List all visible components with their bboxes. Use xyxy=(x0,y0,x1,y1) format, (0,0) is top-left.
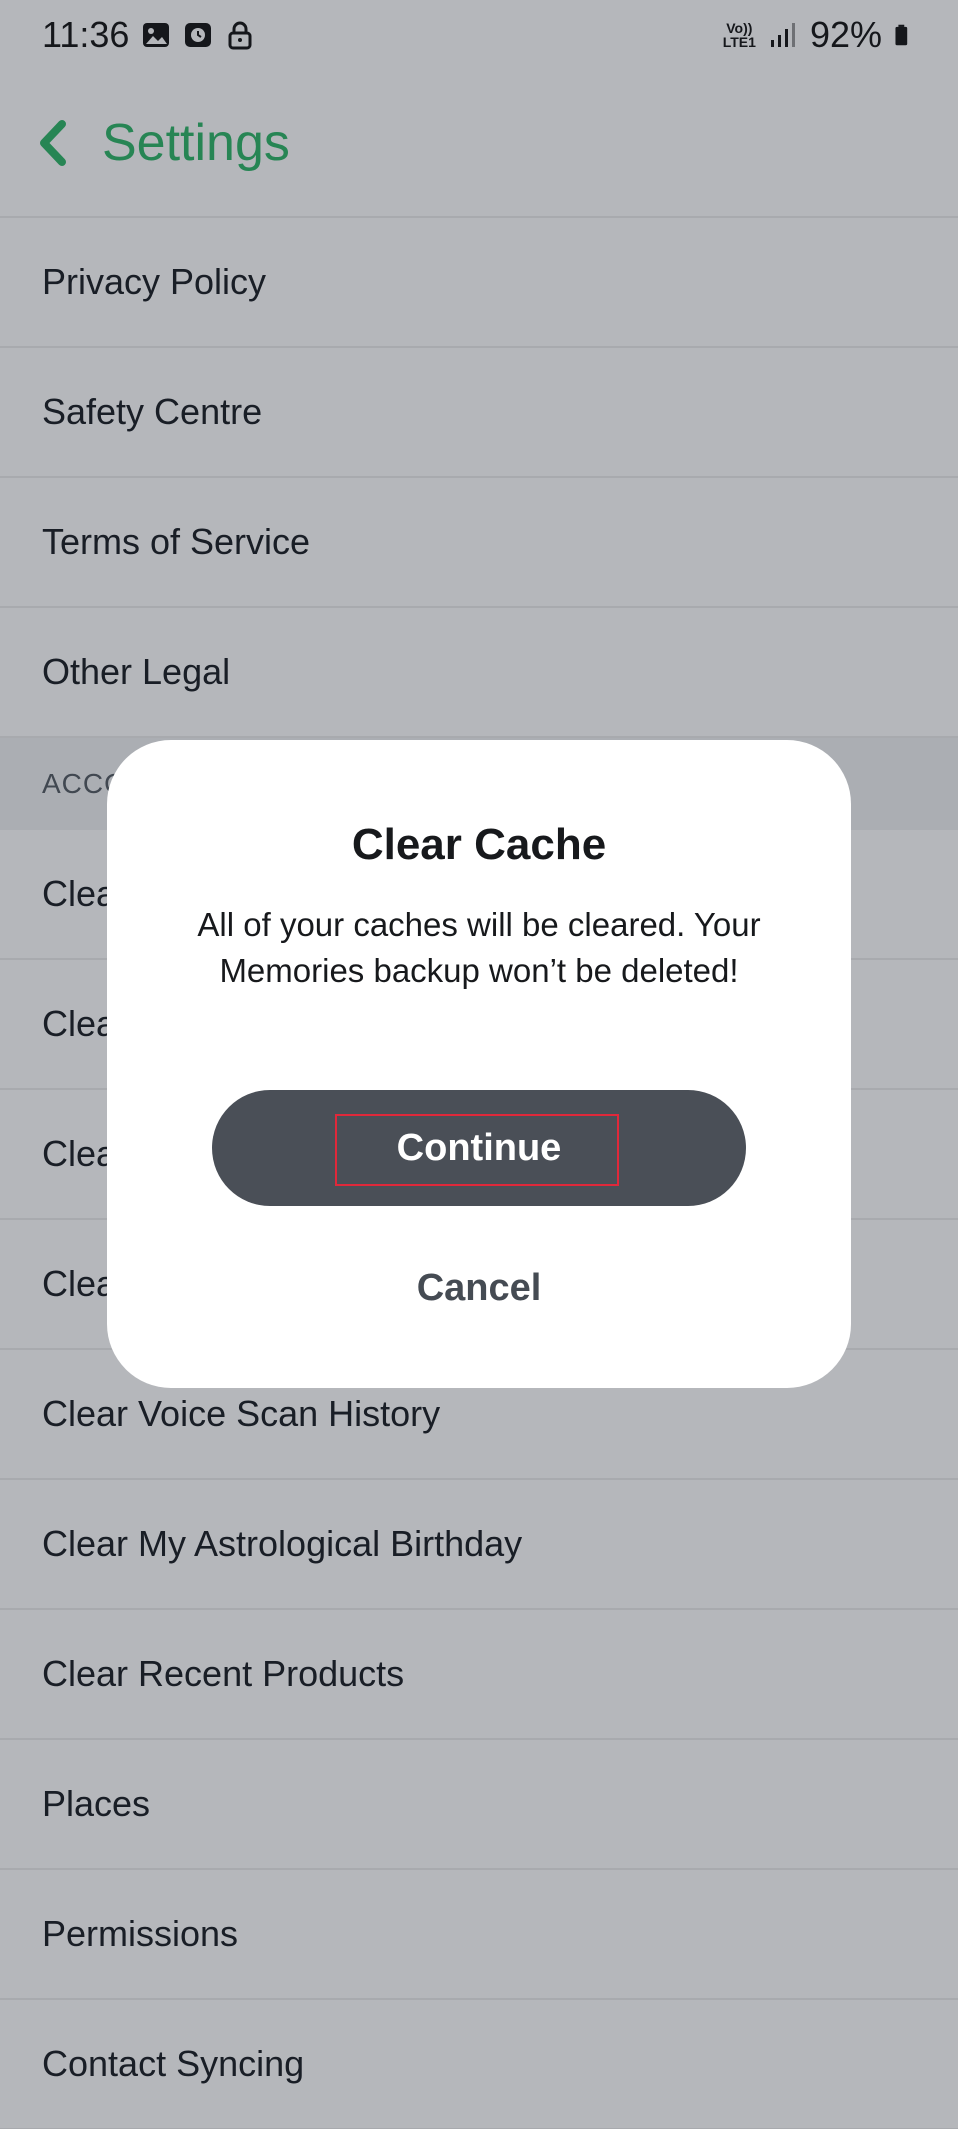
continue-button[interactable]: Continue xyxy=(212,1090,746,1206)
dialog-message: All of your caches will be cleared. Your… xyxy=(197,906,761,989)
cancel-button[interactable]: Cancel xyxy=(329,1252,629,1324)
clear-cache-dialog: Clear Cache All of your caches will be c… xyxy=(107,740,851,1388)
dialog-title: Clear Cache xyxy=(351,820,607,869)
